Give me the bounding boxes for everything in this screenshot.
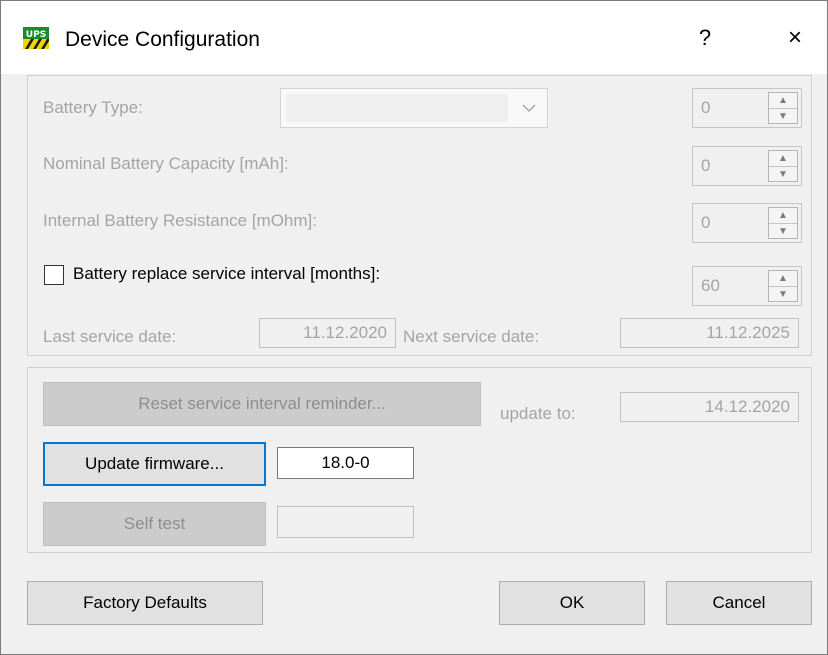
replace-interval-checkbox[interactable] — [44, 265, 64, 285]
ups-app-icon: UPS — [23, 27, 49, 49]
spin-buttons[interactable]: ▲ ▼ — [768, 150, 798, 182]
help-button[interactable]: ? — [687, 23, 723, 53]
spin-buttons[interactable]: ▲ ▼ — [768, 207, 798, 239]
update-to-date-field[interactable]: 14.12.2020 — [620, 392, 799, 422]
factory-defaults-button[interactable]: Factory Defaults — [27, 581, 263, 625]
spin-down-icon[interactable]: ▼ — [769, 287, 797, 302]
firmware-version-field: 18.0-0 — [277, 447, 414, 479]
resistance-label: Internal Battery Resistance [mOhm]: — [43, 211, 317, 230]
spin-down-icon[interactable]: ▼ — [769, 224, 797, 239]
close-button[interactable]: × — [777, 23, 813, 53]
replace-interval-spinner[interactable]: 60 ▲ ▼ — [692, 266, 802, 306]
dialog-title: Device Configuration — [65, 28, 260, 51]
spin-buttons[interactable]: ▲ ▼ — [768, 92, 798, 124]
battery-type-spinner[interactable]: 0 ▲ ▼ — [692, 88, 802, 128]
capacity-spinner[interactable]: 0 ▲ ▼ — [692, 146, 802, 186]
battery-type-spin-value: 0 — [701, 98, 711, 117]
spin-buttons[interactable]: ▲ ▼ — [768, 270, 798, 302]
title-bar: UPS Device Configuration ? × — [1, 1, 827, 74]
replace-interval-label[interactable]: Battery replace service interval [months… — [73, 264, 380, 284]
next-service-date-field[interactable]: 11.12.2025 — [620, 318, 799, 348]
reset-service-reminder-button[interactable]: Reset service interval reminder... — [43, 382, 481, 426]
capacity-label: Nominal Battery Capacity [mAh]: — [43, 154, 289, 173]
resistance-value: 0 — [701, 213, 711, 232]
last-service-date-field[interactable]: 11.12.2020 — [259, 318, 396, 348]
capacity-value: 0 — [701, 156, 711, 175]
self-test-button[interactable]: Self test — [43, 502, 266, 546]
battery-type-label: Battery Type: — [43, 98, 143, 117]
next-service-label: Next service date: — [403, 327, 540, 346]
dialog-window: UPS Device Configuration ? × Battery Typ… — [0, 0, 828, 655]
spin-up-icon[interactable]: ▲ — [769, 151, 797, 167]
battery-type-combo[interactable] — [280, 88, 548, 128]
spin-up-icon[interactable]: ▲ — [769, 93, 797, 109]
spin-down-icon[interactable]: ▼ — [769, 109, 797, 124]
battery-type-value — [286, 94, 508, 122]
chevron-down-icon — [522, 104, 536, 113]
update-to-label: update to: — [500, 404, 576, 423]
spin-down-icon[interactable]: ▼ — [769, 167, 797, 182]
cancel-button[interactable]: Cancel — [666, 581, 812, 625]
ok-button[interactable]: OK — [499, 581, 645, 625]
resistance-spinner[interactable]: 0 ▲ ▼ — [692, 203, 802, 243]
self-test-result-field — [277, 506, 414, 538]
replace-interval-value: 60 — [701, 276, 720, 295]
spin-up-icon[interactable]: ▲ — [769, 208, 797, 224]
update-firmware-button[interactable]: Update firmware... — [43, 442, 266, 486]
svg-text:UPS: UPS — [26, 30, 46, 40]
last-service-label: Last service date: — [43, 327, 177, 346]
spin-up-icon[interactable]: ▲ — [769, 271, 797, 287]
